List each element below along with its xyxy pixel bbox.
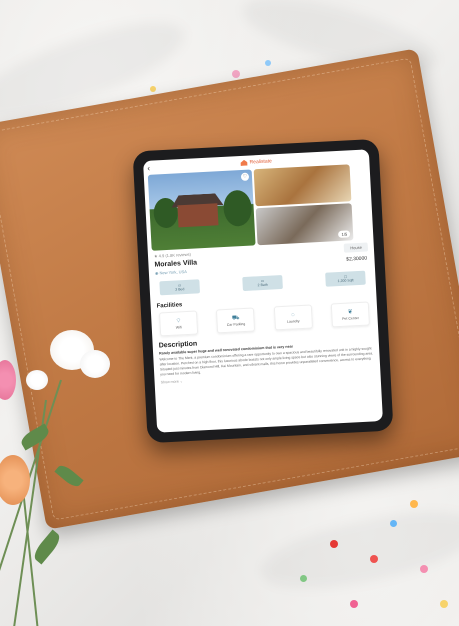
photo-gallery: ♡ 1/5 bbox=[144, 163, 374, 251]
property-type-badge: House bbox=[344, 242, 369, 253]
logo-text: Realistate bbox=[249, 158, 272, 166]
confetti bbox=[265, 60, 271, 66]
facility-label: Car Parking bbox=[226, 321, 246, 327]
feature-beds: ▭ 3 Bed bbox=[159, 279, 201, 296]
confetti bbox=[350, 600, 358, 608]
leaf bbox=[30, 529, 64, 565]
show-more-label: Show more bbox=[160, 379, 179, 385]
peach-flower bbox=[0, 455, 30, 505]
house-facade bbox=[177, 203, 219, 228]
photo-count-badge[interactable]: 1/5 bbox=[338, 230, 351, 238]
feature-area: ▢ 1,200 Sqft bbox=[325, 270, 366, 287]
price: $2,30000 bbox=[346, 255, 368, 263]
rating: ★ 4.9 (1.8K reviews) bbox=[153, 251, 192, 259]
feature-label: 1,200 Sqft bbox=[337, 278, 354, 284]
kitchen-photo[interactable]: 1/5 bbox=[255, 203, 354, 246]
facility-pet[interactable]: ❦ Pet Center bbox=[330, 301, 370, 328]
favorite-heart-icon[interactable]: ♡ bbox=[240, 172, 250, 181]
facility-wifi[interactable]: ⌔ Wifi bbox=[158, 310, 199, 337]
pink-flower bbox=[0, 360, 16, 400]
confetti bbox=[410, 500, 418, 508]
tree bbox=[153, 197, 179, 229]
white-flower bbox=[80, 350, 110, 378]
side-photos: 1/5 bbox=[253, 164, 354, 246]
back-arrow-icon[interactable]: ‹ bbox=[147, 164, 150, 173]
tablet-device: ‹ Realistate ♡ 1/5 ★ 4.9 (1.8K reviews) … bbox=[132, 138, 394, 444]
white-flower bbox=[26, 370, 48, 390]
confetti bbox=[300, 575, 307, 582]
feature-label: 3 Bed bbox=[175, 287, 185, 292]
confetti bbox=[390, 520, 397, 527]
photo-scene: ‹ Realistate ♡ 1/5 ★ 4.9 (1.8K reviews) … bbox=[0, 0, 459, 626]
tablet-screen: ‹ Realistate ♡ 1/5 ★ 4.9 (1.8K reviews) … bbox=[143, 149, 383, 433]
facility-label: Pet Center bbox=[342, 315, 359, 321]
confetti bbox=[370, 555, 378, 563]
confetti bbox=[232, 70, 240, 78]
interior-photo[interactable] bbox=[253, 164, 352, 207]
confetti bbox=[420, 565, 428, 573]
rating-text: 4.9 (1.8K reviews) bbox=[158, 251, 192, 259]
app-logo: Realistate bbox=[240, 158, 272, 166]
main-house-photo[interactable]: ♡ bbox=[147, 169, 256, 251]
fabric-fold bbox=[256, 497, 459, 603]
facility-laundry[interactable]: ◌ Laundry bbox=[273, 304, 313, 331]
listing-title: Morales Villa bbox=[154, 259, 198, 269]
facility-label: Laundry bbox=[286, 318, 300, 324]
facility-label: Wifi bbox=[175, 324, 182, 330]
chevron-down-icon: ⌄ bbox=[179, 379, 183, 384]
confetti bbox=[330, 540, 338, 548]
confetti bbox=[150, 86, 156, 92]
feature-label: 2 Bath bbox=[257, 282, 268, 288]
tree bbox=[222, 189, 253, 227]
facility-parking[interactable]: ⛟ Car Parking bbox=[216, 307, 256, 334]
confetti bbox=[440, 600, 448, 608]
house-logo-icon bbox=[240, 160, 247, 166]
feature-baths: ▭ 2 Bath bbox=[242, 274, 283, 292]
